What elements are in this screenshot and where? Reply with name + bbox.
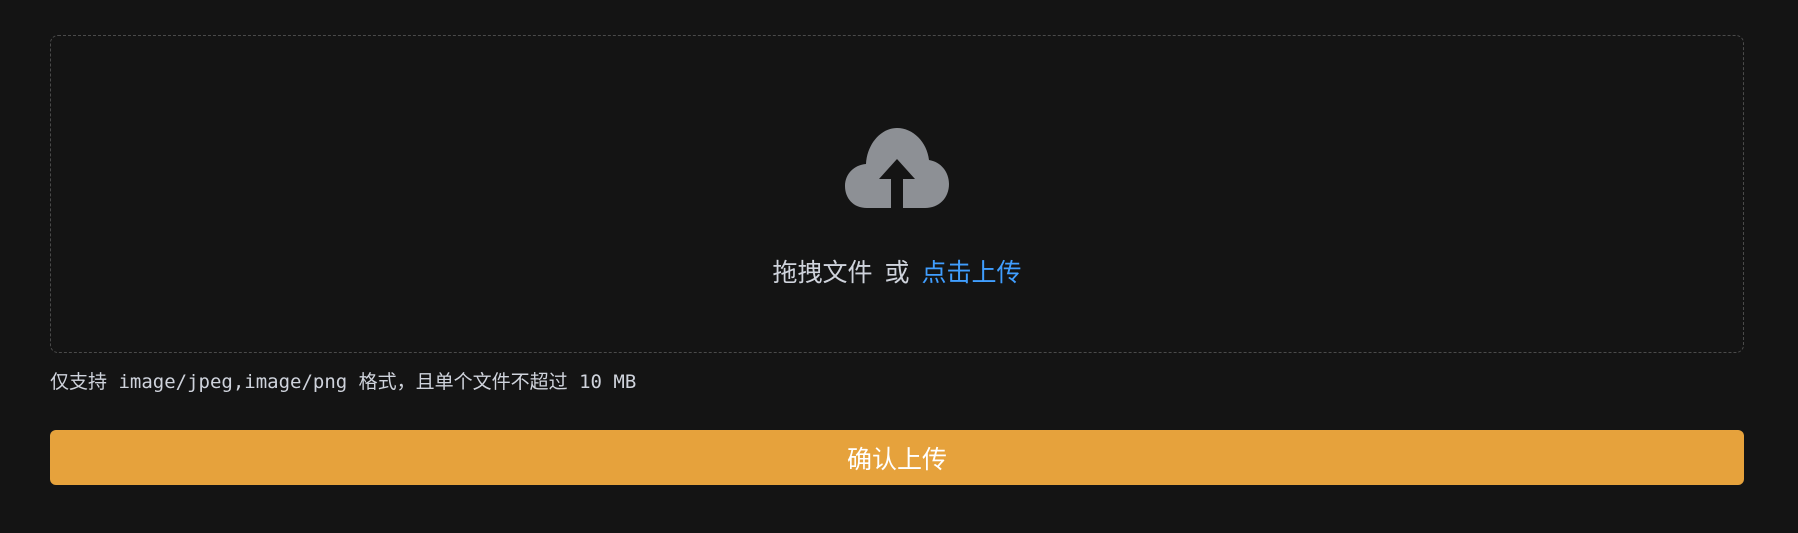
upload-cloud-icon — [845, 128, 949, 208]
dropzone-text: 拖拽文件 或 点击上传 — [772, 253, 1021, 289]
click-upload-link[interactable]: 点击上传 — [922, 253, 1022, 289]
upload-panel: 拖拽文件 或 点击上传 仅支持 image/jpeg,image/png 格式，… — [50, 35, 1744, 485]
drag-text: 拖拽文件 — [772, 258, 873, 287]
upload-dropzone[interactable]: 拖拽文件 或 点击上传 — [50, 35, 1744, 353]
confirm-upload-button[interactable]: 确认上传 — [50, 430, 1744, 485]
upload-tip: 仅支持 image/jpeg,image/png 格式，且单个文件不超过 10 … — [50, 371, 637, 393]
or-text: 或 — [884, 258, 910, 287]
